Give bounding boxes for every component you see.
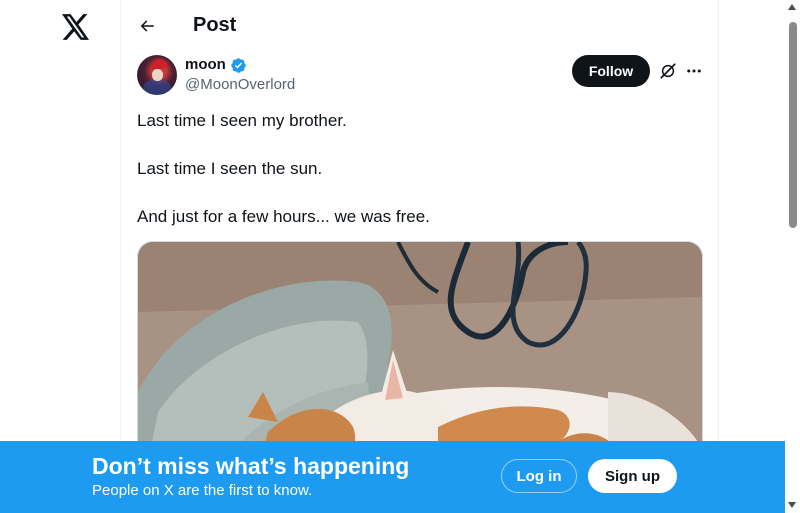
more-horizontal-icon[interactable] bbox=[685, 62, 703, 80]
post-text-line: And just for a few hours... we was free. bbox=[137, 207, 430, 226]
scrollbar-thumb[interactable] bbox=[789, 22, 797, 228]
avatar[interactable] bbox=[137, 55, 177, 95]
sign-up-button[interactable]: Sign up bbox=[588, 459, 677, 493]
scroll-up-arrow-icon[interactable] bbox=[788, 4, 796, 10]
verified-badge-icon[interactable] bbox=[230, 57, 247, 74]
log-in-button[interactable]: Log in bbox=[501, 459, 577, 493]
author-display-name[interactable]: moon bbox=[185, 56, 226, 73]
banner-title: Don’t miss what’s happening bbox=[92, 453, 410, 479]
author-handle[interactable]: @MoonOverlord bbox=[185, 76, 295, 93]
arrow-left-icon bbox=[140, 20, 154, 32]
follow-button[interactable]: Follow bbox=[572, 55, 650, 87]
back-button[interactable] bbox=[136, 15, 158, 37]
post-text-line: Last time I seen the sun. bbox=[137, 159, 323, 178]
post-text-line: Last time I seen my brother. bbox=[137, 111, 347, 130]
scroll-down-arrow-icon[interactable] bbox=[788, 502, 796, 508]
banner-subtitle: People on X are the first to know. bbox=[92, 482, 313, 499]
grok-icon[interactable] bbox=[659, 62, 677, 80]
page-title: Post bbox=[193, 14, 237, 36]
x-logo-icon[interactable] bbox=[62, 14, 90, 40]
